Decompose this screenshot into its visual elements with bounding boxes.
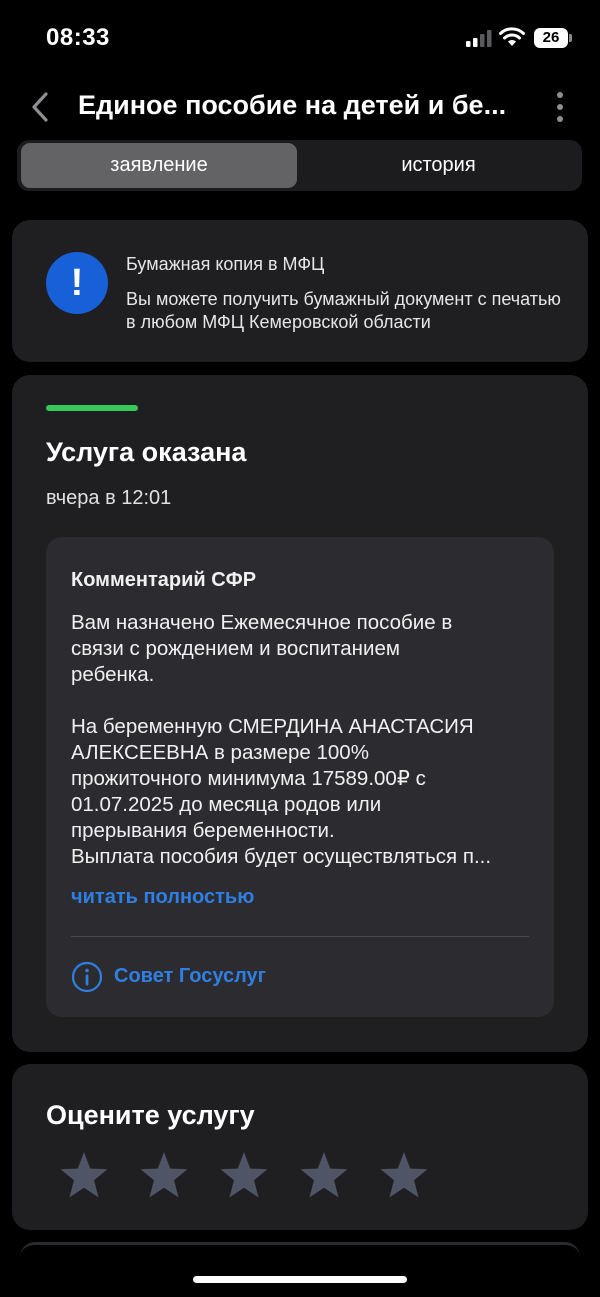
paper-copy-card: ! Бумажная копия в МФЦ Вы можете получит… [12,220,588,362]
comment-line: На беременную СМЕРДИНА АНАСТАСИЯ [71,715,474,738]
status-time: 08:33 [46,24,110,51]
comment-line: прерывания беременности. [71,819,335,842]
star-icon-5[interactable] [376,1148,432,1204]
battery-tip [569,34,572,42]
more-options-icon[interactable] [552,92,568,122]
tab-history[interactable]: история [299,143,578,188]
star-icon-4[interactable] [296,1148,352,1204]
info-text: Вы можете получить бумажный документ с п… [126,289,561,332]
nav-header: Единое пособие на детей и бе... [0,80,600,136]
star-icon-1[interactable] [56,1148,112,1204]
comment-line: АЛЕКСЕЕВНА в размере 100% [71,741,369,764]
home-indicator[interactable] [193,1276,407,1283]
status-title: Услуга оказана [46,437,247,467]
status-progress-bar [46,405,138,411]
divider [71,936,529,937]
battery-level: 26 [534,28,568,48]
status-bar: 08:33 26 [0,0,600,76]
info-title: Бумажная копия в МФЦ [126,254,325,274]
exclamation-icon: ! [46,252,108,314]
next-card-edge [20,1242,580,1272]
more-dot [557,92,563,98]
advice-label: Совет Госуслуг [114,965,266,987]
back-chevron-icon[interactable] [28,90,54,124]
tab-switcher: заявление история [17,140,582,191]
info-circle-icon [71,961,103,993]
read-more-link[interactable]: читать полностью [71,886,254,909]
comment-line: 01.07.2025 до месяца родов или [71,793,382,816]
comment-paragraph-2: На беременную СМЕРДИНА АНАСТАСИЯ АЛЕКСЕЕ… [71,714,541,870]
comment-line: прожиточного минимума 17589.00₽ с [71,767,426,790]
comment-title: Комментарий СФР [71,569,257,591]
wifi-icon [499,27,525,46]
star-icon-3[interactable] [216,1148,272,1204]
cellular-signal-icon [466,30,492,47]
rating-title: Оцените услугу [46,1100,255,1130]
page-title: Единое пособие на детей и бе... [78,90,507,120]
comment-block: Комментарий СФР Вам назначено Ежемесячно… [46,537,554,1017]
comment-line: Выплата пособия будет осуществляться п..… [71,845,492,868]
more-dot [557,104,563,110]
more-dot [557,116,563,122]
comment-paragraph-1: Вам назначено Ежемесячное пособие в связ… [71,611,453,686]
screen: 08:33 26 Единое пособие на детей и бе...… [0,0,600,1297]
rate-service-card: Оцените услугу [12,1064,588,1230]
status-date: вчера в 12:01 [46,487,172,509]
tab-application[interactable]: заявление [21,143,297,188]
star-icon-2[interactable] [136,1148,192,1204]
service-status-card: Услуга оказана вчера в 12:01 Комментарий… [12,375,588,1052]
